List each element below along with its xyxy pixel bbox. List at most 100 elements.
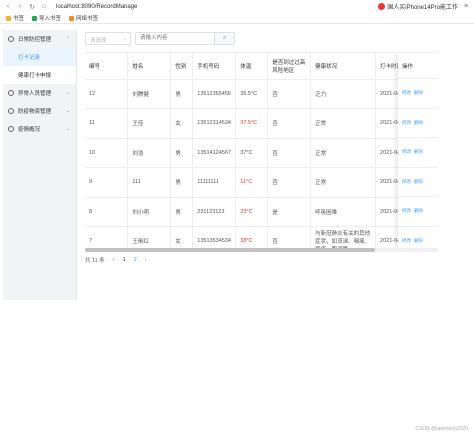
address-bar[interactable]: localhost:8090/RecordManage	[56, 4, 137, 10]
table: 编号 姓名 性别 手机号码 体温 是否到过过高风险地区 健康状况 打卡时间 12 刘腾健男 135…	[85, 53, 438, 252]
action-row: 修改 删除	[398, 168, 438, 197]
table-cell: 男	[170, 79, 194, 109]
table-cell: 刘浩	[127, 138, 172, 168]
table-cell: 男	[170, 167, 194, 198]
bookmark-item[interactable]: 网络书签	[69, 14, 98, 22]
table-row: 12刘腾健男1351236545636.5°C否乏力2021-04-15 14:…	[85, 79, 438, 109]
table-cell: 13514124567	[192, 138, 237, 168]
reload-icon[interactable]: ↻	[28, 3, 36, 11]
actions-header: 操作	[398, 53, 438, 79]
back-icon[interactable]: ‹	[4, 3, 12, 10]
edit-button[interactable]: 修改	[402, 179, 411, 185]
browser-toolbar: ‹ › ↻ ⌂ localhost:8090/RecordManage 国人买i…	[0, 0, 474, 13]
table-cell: 否	[267, 108, 312, 139]
chevron-up-icon: ⌃	[65, 36, 70, 42]
search-icon[interactable]: ⌕	[214, 32, 234, 44]
menu-icon[interactable]: ≡	[462, 3, 470, 10]
table-cell: 正常	[310, 108, 377, 139]
delete-button[interactable]: 删除	[414, 149, 423, 155]
page-1[interactable]: 1	[123, 257, 126, 263]
table-cell: 10	[85, 138, 129, 168]
table-cell: 王佳	[127, 108, 172, 139]
table-cell: 9	[85, 167, 129, 198]
forward-icon[interactable]: ›	[16, 3, 24, 10]
chevron-down-icon: ⌄	[122, 35, 127, 42]
pagination: 共 11 条 ‹ 1 2 ›	[85, 256, 469, 264]
promo-text[interactable]: 国人买iPhone14Pro能工作	[378, 2, 458, 11]
column-header: 性别	[170, 53, 194, 80]
action-row: 修改 删除	[398, 197, 438, 227]
sidebar-item-health-report[interactable]: 健康打卡申报	[3, 66, 76, 84]
box-icon	[8, 108, 14, 114]
edit-button[interactable]: 修改	[402, 208, 411, 214]
column-header: 手机号码	[192, 53, 237, 80]
sidebar-group-abnormal[interactable]: 异常人员管理 ⌄	[3, 84, 76, 102]
page-2[interactable]: 2	[134, 257, 137, 263]
delete-button[interactable]: 删除	[414, 179, 423, 185]
table-cell: 37°C	[235, 138, 269, 168]
folder-icon	[6, 16, 11, 22]
edit-button[interactable]: 修改	[402, 120, 411, 126]
horizontal-scrollbar[interactable]	[85, 248, 438, 252]
promo-icon	[378, 3, 386, 10]
prev-page-icon[interactable]: ‹	[113, 257, 115, 263]
sidebar-group-daily[interactable]: 日常防控管理 ⌃	[3, 30, 76, 48]
import-icon	[32, 16, 38, 22]
edit-button[interactable]: 修改	[402, 238, 411, 244]
delete-button[interactable]: 删除	[414, 90, 423, 96]
table-cell: 呼吸困难	[310, 197, 377, 227]
action-row: 修改 删除	[398, 138, 438, 168]
table-row: 10刘浩男1351412456737°C否正常2021-04-15 14:4	[85, 138, 438, 168]
table-cell: 否	[267, 138, 312, 168]
table-cell: 女	[170, 108, 194, 139]
table-cell: 正常	[310, 138, 377, 168]
delete-button[interactable]: 删除	[414, 238, 423, 244]
edit-button[interactable]: 修改	[402, 149, 411, 155]
edit-button[interactable]: 修改	[402, 90, 411, 96]
search-input[interactable]	[136, 32, 215, 44]
table-cell: 12	[85, 79, 129, 109]
sidebar-group-overview[interactable]: 疫情概况 ⌄	[3, 120, 76, 138]
bookmark-item[interactable]: 导入书签	[32, 14, 61, 22]
bookmark-item[interactable]: 书签	[6, 14, 24, 22]
home-icon[interactable]: ⌂	[40, 3, 48, 10]
table-body: 12刘腾健男1351236545636.5°C否乏力2021-04-15 14:…	[85, 79, 438, 252]
table-cell: 刘小明	[127, 197, 172, 227]
table-cell: 否	[267, 79, 312, 109]
scrollbar-thumb[interactable]	[85, 248, 375, 252]
table-cell: 男	[170, 138, 194, 168]
total-count: 共 11 条	[85, 258, 105, 264]
promo-label: 国人买iPhone14Pro能工作	[387, 5, 458, 11]
next-page-icon[interactable]: ›	[145, 257, 147, 263]
column-header: 健康状况	[310, 53, 377, 80]
app-page: 日常防控管理 ⌃ 打卡记录 健康打卡申报 异常人员管理 ⌄ 防疫物资管理 ⌄ 疫…	[0, 24, 474, 438]
delete-button[interactable]: 删除	[414, 120, 423, 126]
sidebar: 日常防控管理 ⌃ 打卡记录 健康打卡申报 异常人员管理 ⌄ 防疫物资管理 ⌄ 疫…	[3, 30, 77, 300]
records-table: 编号 姓名 性别 手机号码 体温 是否到过过高风险地区 健康状况 打卡时间 12 刘腾健男 135…	[85, 52, 438, 252]
table-row: 11王佳女1351231453437.5°C否正常2021-04-15 14:4	[85, 108, 438, 139]
table-cell: 13512314534	[192, 108, 237, 139]
search-box: ⌕	[135, 31, 235, 45]
table-cell: 13512365456	[192, 79, 237, 109]
table-cell: 23°C	[235, 197, 269, 227]
table-cell: 111	[127, 167, 172, 198]
delete-button[interactable]: 删除	[414, 208, 423, 214]
table-cell: 36.5°C	[235, 79, 269, 109]
sidebar-item-records[interactable]: 打卡记录	[3, 48, 76, 66]
table-cell: 男	[170, 197, 194, 227]
column-header: 编号	[85, 53, 129, 80]
action-row: 修改 删除	[398, 109, 438, 138]
sidebar-group-supplies[interactable]: 防疫物资管理 ⌄	[3, 102, 76, 120]
column-header: 姓名	[127, 53, 172, 80]
table-cell: 11	[85, 108, 129, 139]
main-content: 请选择 ⌄ ⌕ 编号姓名性别手机号码体温是否到过过高风险地区健康状况打卡时间 1…	[85, 30, 469, 264]
table-cell: 正常	[310, 167, 377, 198]
table-row: 9111男1111111111°C否正常2021-04-15 14:4	[85, 167, 438, 198]
filter-select[interactable]: 请选择 ⌄	[85, 31, 131, 45]
table-cell: 11°C	[235, 167, 269, 198]
table-cell: 231123123	[192, 197, 237, 227]
chevron-down-icon: ⌄	[65, 108, 70, 114]
chevron-down-icon: ⌄	[65, 90, 70, 96]
table-cell: 乏力	[310, 79, 377, 109]
table-header: 编号 姓名 性别 手机号码 体温 是否到过过高风险地区 健康状况 打卡时间	[85, 53, 438, 80]
